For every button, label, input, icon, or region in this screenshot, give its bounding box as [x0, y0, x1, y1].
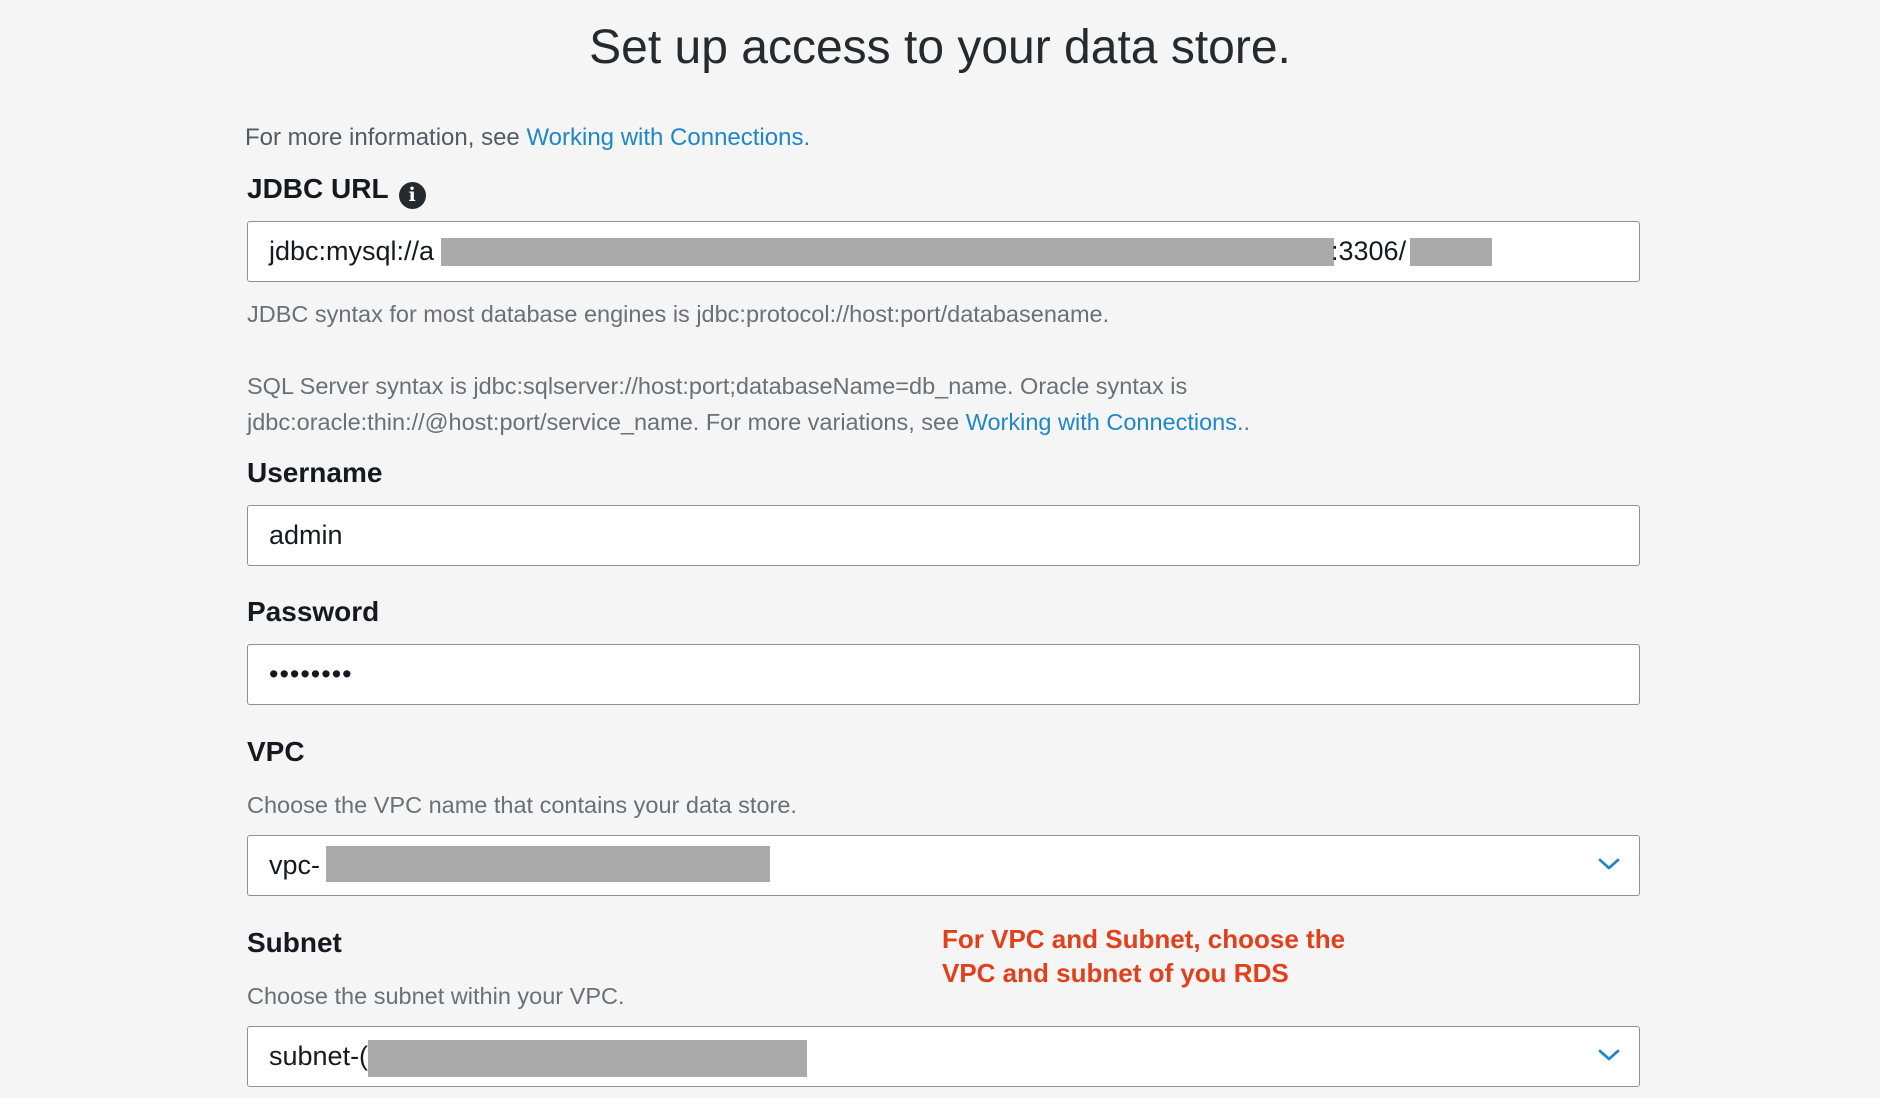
page-title: Set up access to your data store. [589, 21, 1291, 74]
username-value: admin [269, 520, 343, 550]
vpc-hint: Choose the VPC name that contains your d… [247, 792, 797, 818]
jdbc-variations-hint-suffix: . [1243, 409, 1251, 435]
jdbc-variations-hint-line1: SQL Server syntax is jdbc:sqlserver://ho… [247, 373, 1188, 399]
jdbc-database-redaction [1410, 238, 1492, 266]
annotation-line2: VPC and subnet of you RDS [942, 958, 1289, 988]
info-icon[interactable]: i [398, 182, 426, 209]
jdbc-variations-hint: SQL Server syntax is jdbc:sqlserver://ho… [247, 368, 1250, 440]
jdbc-url-label: JDBC URL i [247, 173, 426, 209]
form-page: Set up access to your data store. For mo… [0, 0, 1880, 1098]
password-field[interactable]: •••••••• [247, 644, 1640, 705]
jdbc-variations-hint-line2: jdbc:oracle:thin://@host:port/service_na… [247, 404, 1250, 440]
vpc-value: vpc- [269, 850, 321, 880]
chevron-down-icon[interactable] [1597, 1043, 1621, 1067]
working-with-connections-link[interactable]: Working with Connections. [526, 124, 810, 151]
vpc-id-redaction [326, 846, 770, 882]
vpc-label: VPC [247, 736, 305, 767]
subnet-id-redaction [368, 1040, 807, 1077]
jdbc-host-redaction [441, 238, 1334, 266]
subnet-select[interactable]: subnet-( [247, 1026, 1640, 1087]
working-with-connections-link-2[interactable]: Working with Connections. [966, 409, 1244, 435]
subnet-value: subnet-( [269, 1041, 369, 1071]
subnet-label: Subnet [247, 927, 342, 958]
jdbc-url-label-text: JDBC URL [247, 173, 389, 204]
subnet-hint: Choose the subnet within your VPC. [247, 983, 625, 1009]
jdbc-url-field[interactable]: jdbc:mysql://a :3306/ [247, 221, 1640, 282]
annotation-line1: For VPC and Subnet, choose the [942, 924, 1346, 954]
jdbc-variations-hint-text: jdbc:oracle:thin://@host:port/service_na… [247, 409, 966, 435]
username-label: Username [247, 457, 383, 488]
intro-label: For more information, see [245, 124, 527, 151]
password-value: •••••••• [269, 659, 353, 689]
username-field[interactable]: admin [247, 505, 1640, 566]
annotation-note: For VPC and Subnet, choose the VPC and s… [942, 922, 1345, 990]
intro-text: For more information, see Working with C… [245, 124, 810, 152]
jdbc-syntax-hint: JDBC syntax for most database engines is… [247, 301, 1110, 327]
jdbc-url-value-port: :3306/ [1331, 236, 1407, 266]
vpc-select[interactable]: vpc- [247, 835, 1640, 896]
jdbc-url-value-prefix: jdbc:mysql://a [269, 236, 435, 266]
chevron-down-icon[interactable] [1597, 852, 1621, 876]
password-label: Password [247, 596, 380, 627]
